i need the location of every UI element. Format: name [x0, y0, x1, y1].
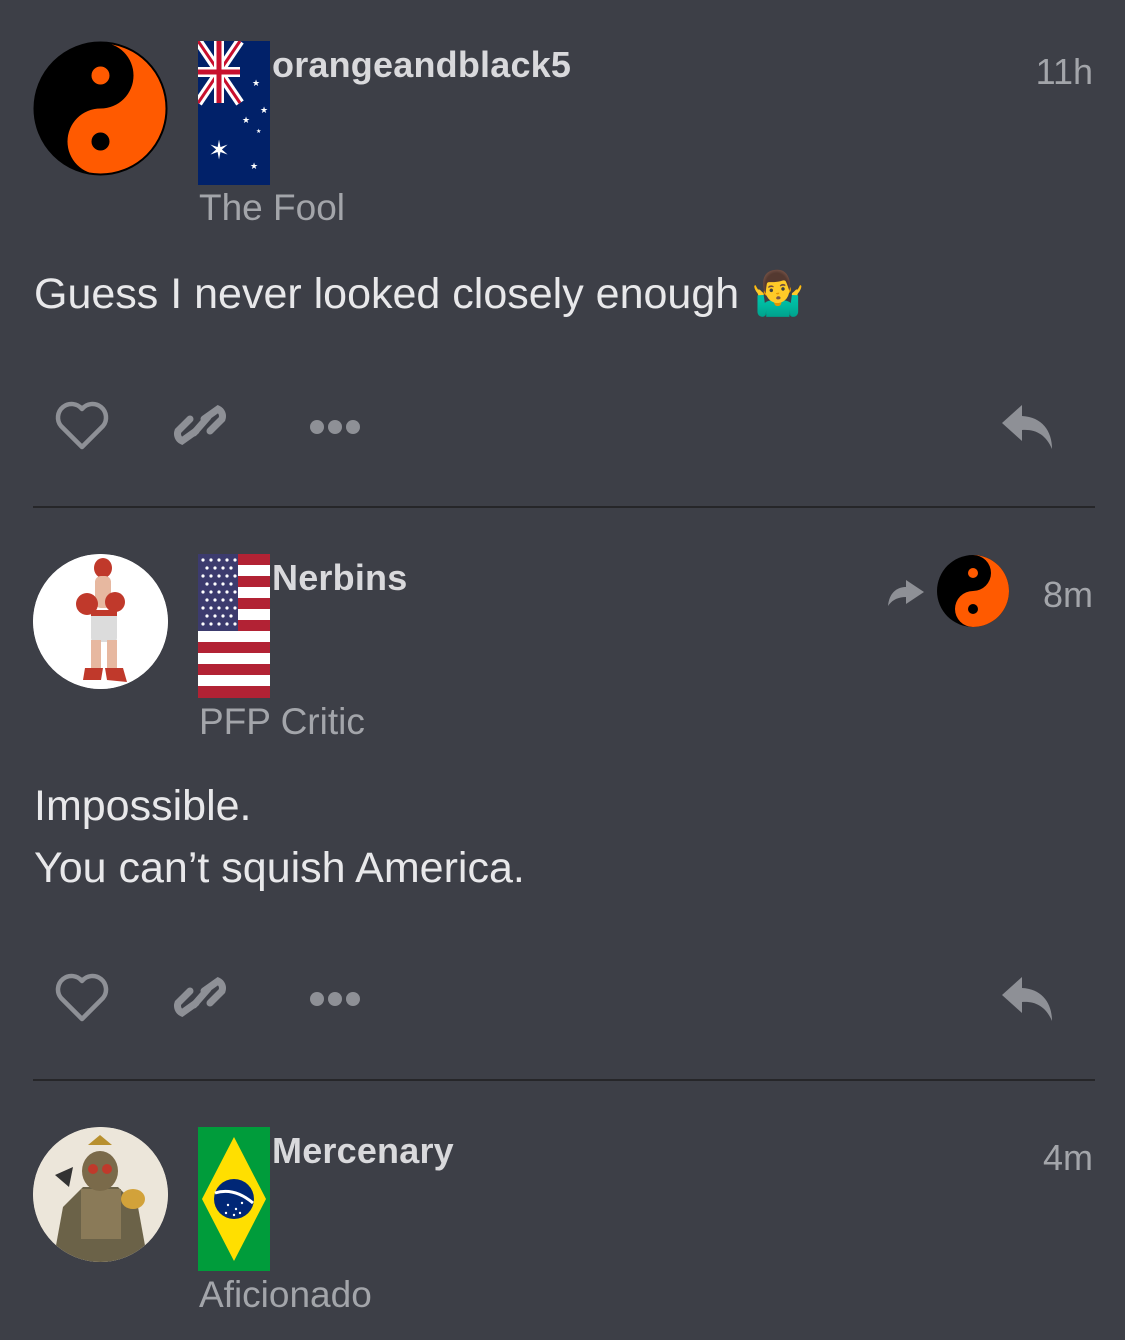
- reply-button[interactable]: [1000, 973, 1056, 1030]
- usa-flag-icon: [198, 554, 270, 698]
- heart-icon: [55, 401, 109, 450]
- user-title: Aficionado: [199, 1274, 372, 1315]
- ellipsis-icon: [310, 420, 360, 434]
- post-actions: [0, 969, 1125, 1029]
- link-icon: [174, 404, 226, 446]
- post-body-line: You can’t squish America.: [34, 844, 525, 892]
- svg-text:★: ★: [252, 79, 260, 89]
- user-title: PFP Critic: [199, 701, 365, 742]
- more-button[interactable]: [308, 417, 362, 442]
- reply-to-arrow-icon: [888, 555, 1009, 627]
- svg-text:★: ★: [260, 106, 268, 116]
- ellipsis-icon: [310, 992, 360, 1006]
- avatar[interactable]: [33, 1127, 168, 1262]
- post-time[interactable]: 4m: [1043, 1137, 1093, 1179]
- heart-icon: [55, 973, 109, 1022]
- post-body: Guess I never looked closely enough 🤷‍♂️: [34, 263, 805, 325]
- svg-text:★: ★: [242, 116, 250, 126]
- username[interactable]: Mercenary: [272, 1130, 454, 1172]
- soldier-character-avatar-icon: [33, 1127, 168, 1262]
- user-title: The Fool: [199, 187, 346, 228]
- post-time[interactable]: 11h: [1036, 51, 1093, 93]
- link-icon: [174, 976, 226, 1018]
- reply-to-indicator[interactable]: [886, 554, 1016, 635]
- svg-text:★: ★: [256, 128, 261, 135]
- svg-text:★: ★: [250, 162, 258, 172]
- post-body: Impossible. You can’t squish America.: [34, 775, 525, 899]
- reply-button[interactable]: [1000, 401, 1056, 458]
- yin-yang-avatar-icon: [33, 41, 168, 176]
- brazil-flag-icon: [198, 1127, 270, 1271]
- post-actions: [0, 397, 1125, 457]
- more-button[interactable]: [308, 989, 362, 1014]
- username[interactable]: orangeandblack5: [272, 44, 571, 86]
- reply-icon: [1002, 977, 1052, 1021]
- svg-text:✶: ✶: [208, 136, 230, 166]
- avatar[interactable]: [33, 554, 168, 689]
- boxer-avatar-icon: [33, 554, 168, 689]
- post-time[interactable]: 8m: [1043, 574, 1093, 616]
- like-button[interactable]: [55, 401, 109, 456]
- post-divider: [33, 1079, 1095, 1081]
- post-body-line: Impossible.: [34, 782, 252, 830]
- share-link-button[interactable]: [172, 397, 228, 458]
- avatar[interactable]: [33, 41, 168, 176]
- post-body-line: Guess I never looked closely enough 🤷‍♂️: [34, 270, 805, 318]
- post-divider: [33, 506, 1095, 508]
- reply-icon: [1002, 405, 1052, 449]
- share-link-button[interactable]: [172, 969, 228, 1030]
- australia-flag-icon: ✶ ★ ★ ★ ★ ★: [198, 41, 270, 185]
- username[interactable]: Nerbins: [272, 557, 407, 599]
- like-button[interactable]: [55, 973, 109, 1028]
